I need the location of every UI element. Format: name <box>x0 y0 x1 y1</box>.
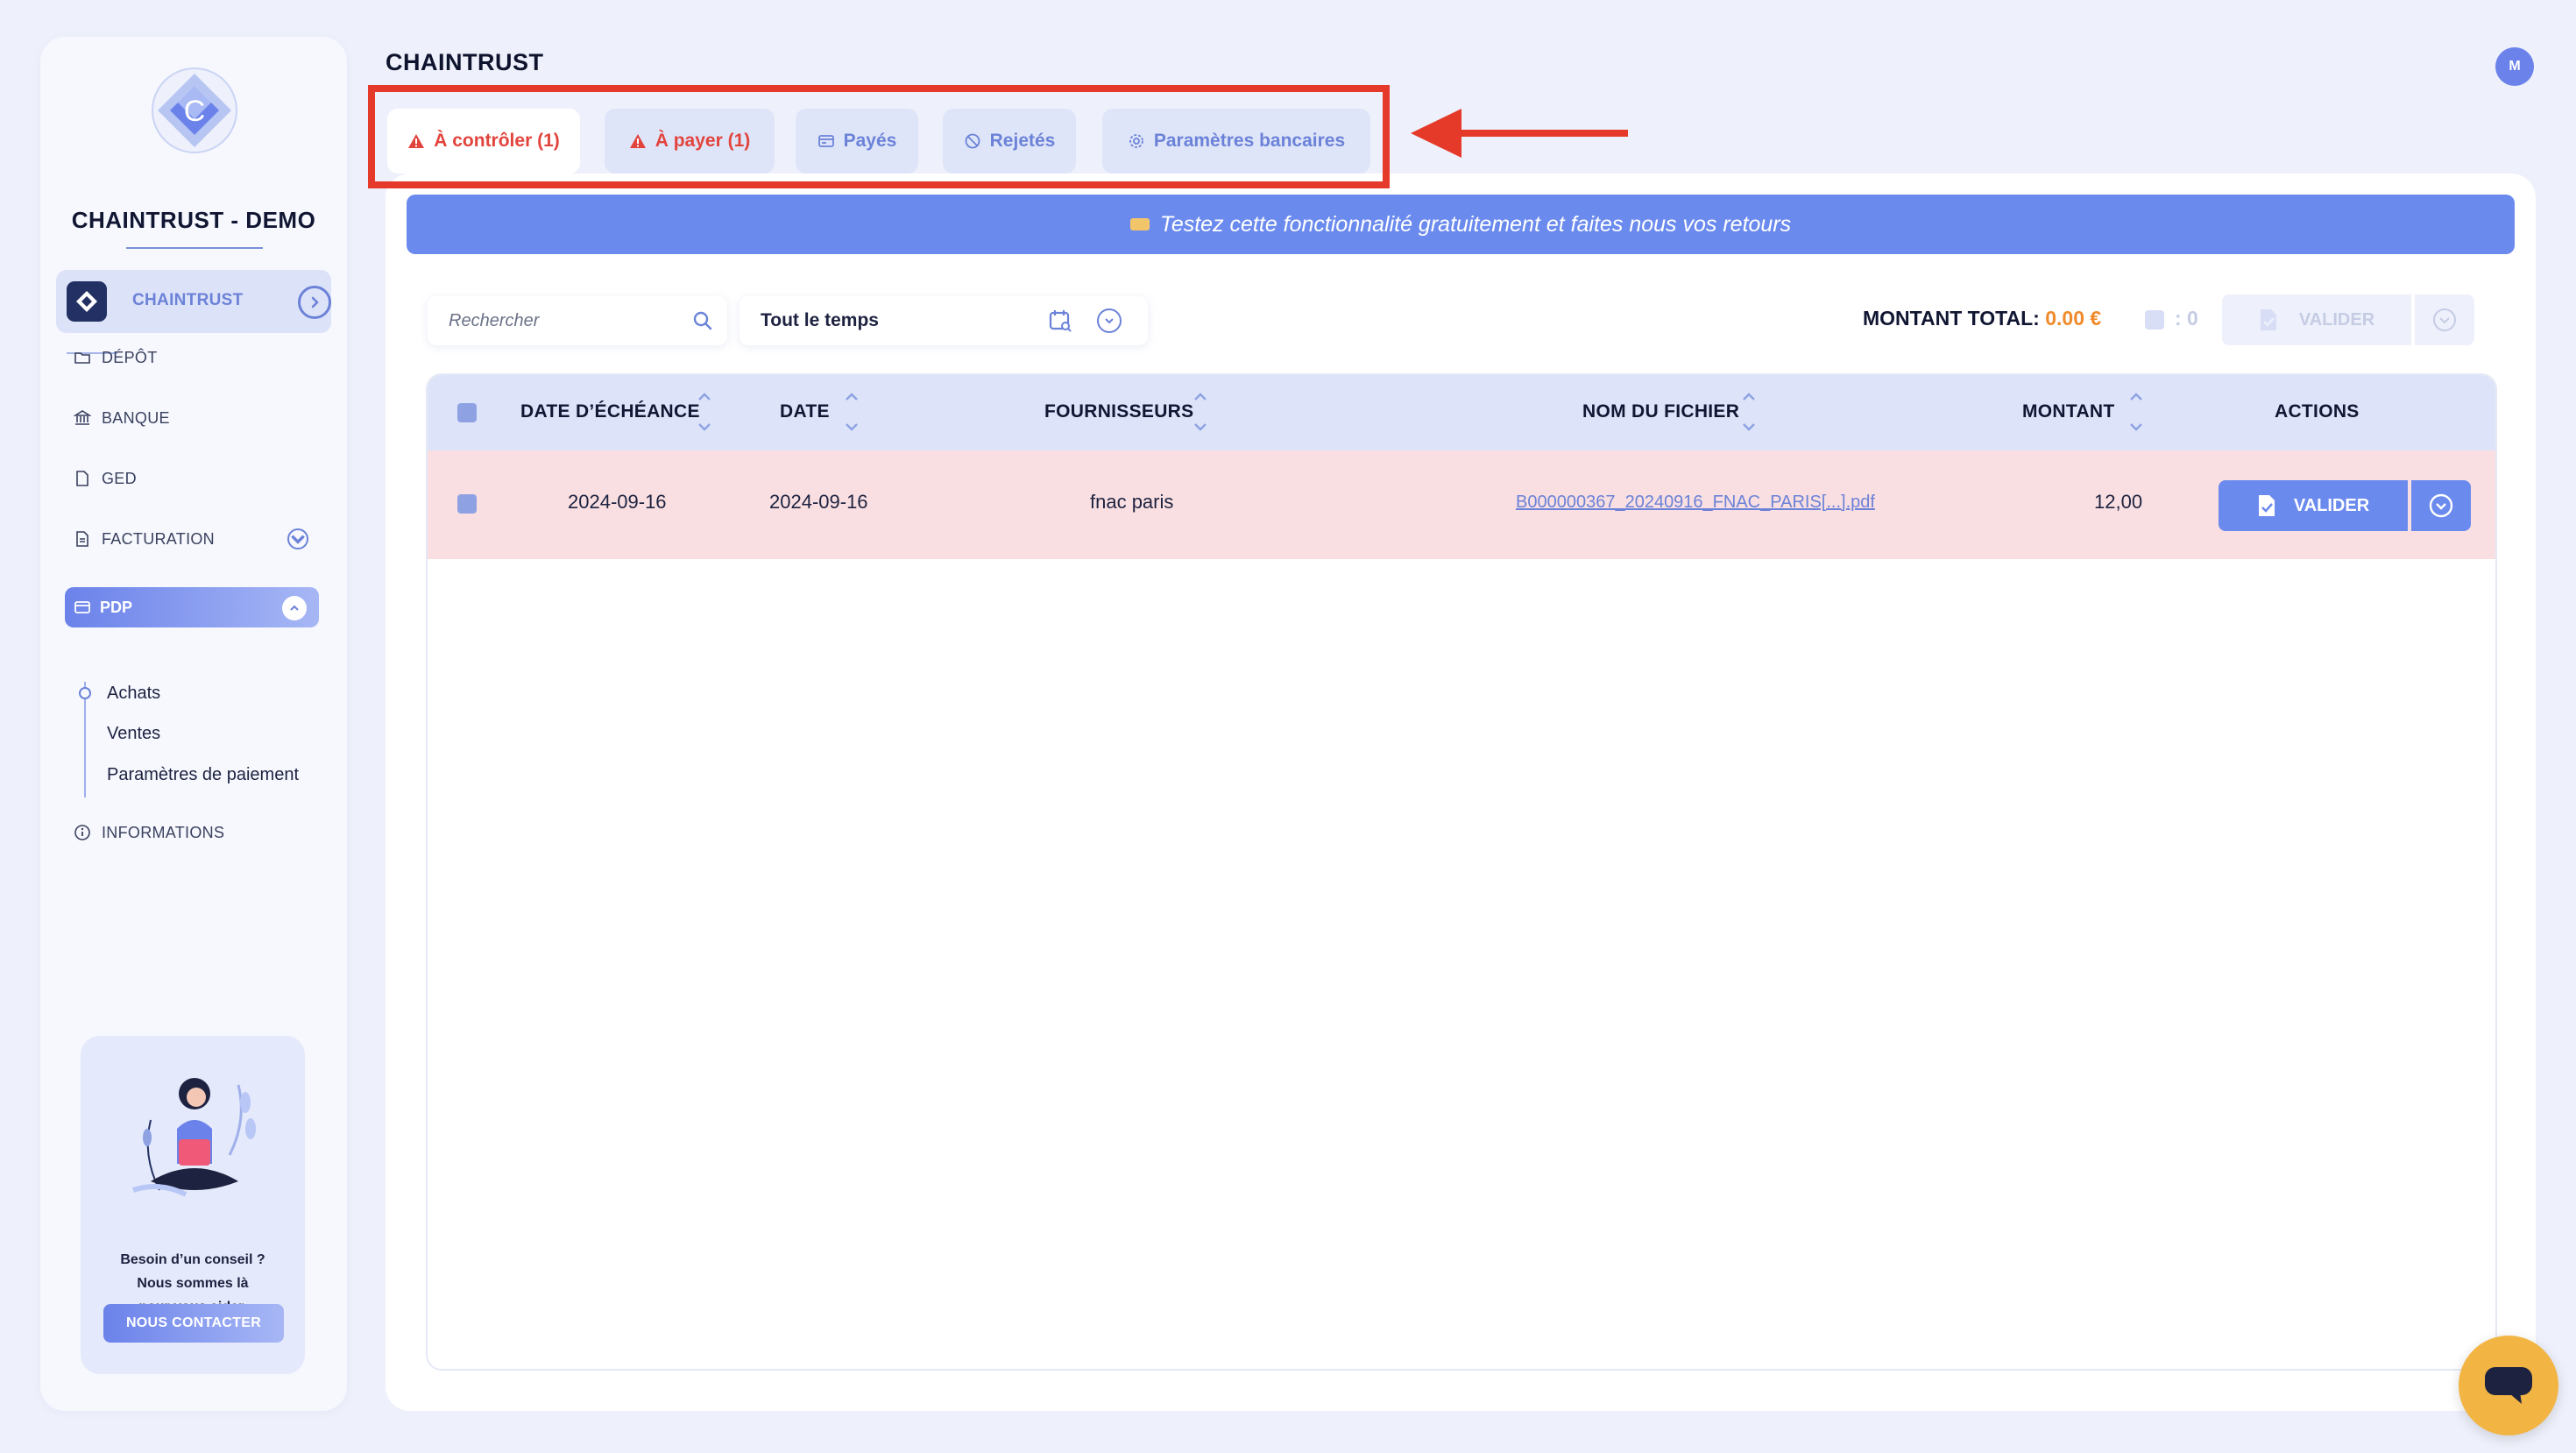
row-checkbox[interactable] <box>457 494 477 514</box>
sidebar-item-informations[interactable]: INFORMATIONS <box>74 819 224 847</box>
sort-icon[interactable] <box>696 387 713 436</box>
table-row[interactable]: 2024-09-16 2024-09-16 fnac paris B000000… <box>428 450 2495 559</box>
chevron-right-icon[interactable] <box>298 286 331 319</box>
sidebar-item-pdp[interactable]: PDP <box>65 587 319 627</box>
sidebar: C CHAINTRUST - DEMO CHAINTRUST DÉPÔT BAN… <box>40 37 347 1411</box>
banner-text: Testez cette fonctionnalité gratuitement… <box>1159 211 1792 237</box>
valider-dropdown[interactable] <box>2411 480 2471 531</box>
button-label: VALIDER <box>2298 309 2375 330</box>
chat-button[interactable] <box>2459 1336 2558 1435</box>
invoices-table: DATE D’ÉCHÉANCE DATE FOURNISSEURS NOM DU… <box>426 373 2497 1371</box>
total-amount: MONTANT TOTAL: 0.00 € <box>1863 307 2101 330</box>
column-header[interactable]: DATE <box>780 401 830 422</box>
column-header[interactable]: NOM DU FICHIER <box>1582 401 1739 422</box>
sort-icon[interactable] <box>843 387 860 436</box>
chevron-down-icon[interactable] <box>1097 308 1122 333</box>
table-header: DATE D’ÉCHÉANCE DATE FOURNISSEURS NOM DU… <box>428 375 2495 450</box>
submenu-item-achats[interactable]: Achats <box>107 684 160 704</box>
sidebar-item-banque[interactable]: BANQUE <box>74 404 170 432</box>
button-label: VALIDER <box>2293 495 2370 515</box>
selection-count: : 0 <box>2175 307 2198 330</box>
bulk-valider-button[interactable]: VALIDER <box>2222 294 2411 345</box>
total-value: 0.00 € <box>2045 307 2102 330</box>
chaintrust-logo: C <box>152 67 237 153</box>
contact-button[interactable]: NOUS CONTACTER <box>103 1304 284 1343</box>
sort-icon[interactable] <box>2127 387 2145 436</box>
valider-button[interactable]: VALIDER <box>2219 480 2408 531</box>
sort-icon[interactable] <box>1192 387 1209 436</box>
column-header[interactable]: FOURNISSEURS <box>1044 401 1193 422</box>
divider <box>126 247 263 249</box>
card-icon <box>74 601 90 613</box>
highlight-box <box>368 85 1390 188</box>
sidebar-item-label: INFORMATIONS <box>102 823 225 841</box>
user-avatar[interactable]: M <box>2495 47 2534 86</box>
search-input[interactable] <box>449 296 685 345</box>
chat-icon <box>2485 1367 2532 1404</box>
sidebar-item-depot[interactable]: DÉPÔT <box>74 344 158 372</box>
select-all-checkbox[interactable] <box>457 403 477 422</box>
search-icon[interactable] <box>692 310 713 331</box>
date-cell: 2024-09-16 <box>769 491 868 513</box>
column-header[interactable]: DATE D’ÉCHÉANCE <box>520 401 700 422</box>
company-name: CHAINTRUST - DEMO <box>71 207 316 233</box>
invoice-icon <box>76 531 88 547</box>
help-card: Besoin d’un conseil ? Nous sommes là pou… <box>81 1036 305 1374</box>
sidebar-item-label: FACTURATION <box>102 529 215 548</box>
bulk-valider-dropdown[interactable] <box>2415 294 2474 345</box>
submenu-item-ventes[interactable]: Ventes <box>107 724 160 744</box>
column-header[interactable]: MONTANT <box>2022 401 2115 422</box>
amount-cell: 12,00 <box>2094 491 2143 513</box>
document-check-icon <box>2260 309 2276 330</box>
help-line: Besoin d’un conseil ? <box>120 1252 265 1267</box>
due-date-cell: 2024-09-16 <box>568 491 667 513</box>
document-icon <box>76 471 88 486</box>
promo-banner: Testez cette fonctionnalité gratuitement… <box>407 195 2515 254</box>
sidebar-item-ged[interactable]: GED <box>74 464 137 493</box>
sidebar-item-label: DÉPÔT <box>102 348 158 366</box>
chevron-down-icon[interactable] <box>287 528 308 549</box>
org-switcher[interactable]: CHAINTRUST <box>56 270 331 333</box>
help-line: Nous sommes là <box>137 1276 249 1291</box>
chevron-up-icon[interactable] <box>282 596 307 620</box>
column-header: ACTIONS <box>2275 401 2360 422</box>
calendar-search-icon[interactable] <box>1048 308 1072 333</box>
period-value: Tout le temps <box>761 310 879 330</box>
info-icon <box>74 825 90 840</box>
submenu-item-parametres-paiement[interactable]: Paramètres de paiement <box>107 765 299 785</box>
selection-checkbox[interactable] <box>2145 310 2164 330</box>
annotation-arrow <box>1411 109 1628 158</box>
search-box <box>428 296 727 345</box>
filename-link[interactable]: B000000367_20240916_FNAC_PARIS[...].pdf <box>1516 493 1875 513</box>
svg-text:C: C <box>184 95 206 128</box>
supplier-cell: fnac paris <box>1090 491 1174 513</box>
ticket-icon <box>1129 218 1150 230</box>
period-select[interactable]: Tout le temps <box>740 296 1148 345</box>
chevron-down-icon <box>2429 493 2453 518</box>
sidebar-item-label: PDP <box>100 599 133 616</box>
sort-icon[interactable] <box>1740 387 1758 436</box>
sidebar-item-label: BANQUE <box>102 408 170 427</box>
org-name: CHAINTRUST <box>132 291 244 309</box>
page-title: CHAINTRUST <box>386 49 544 75</box>
org-logo-icon <box>67 281 107 322</box>
sidebar-item-label: GED <box>102 469 137 487</box>
bank-icon <box>74 410 91 425</box>
active-indicator <box>79 687 91 699</box>
sidebar-item-facturation[interactable]: FACTURATION <box>74 525 328 553</box>
folder-icon <box>74 352 90 364</box>
document-check-icon <box>2258 495 2275 516</box>
total-label: MONTANT TOTAL: <box>1863 307 2040 330</box>
meditating-person-illustration <box>132 1078 256 1197</box>
chevron-down-icon <box>2433 308 2456 331</box>
